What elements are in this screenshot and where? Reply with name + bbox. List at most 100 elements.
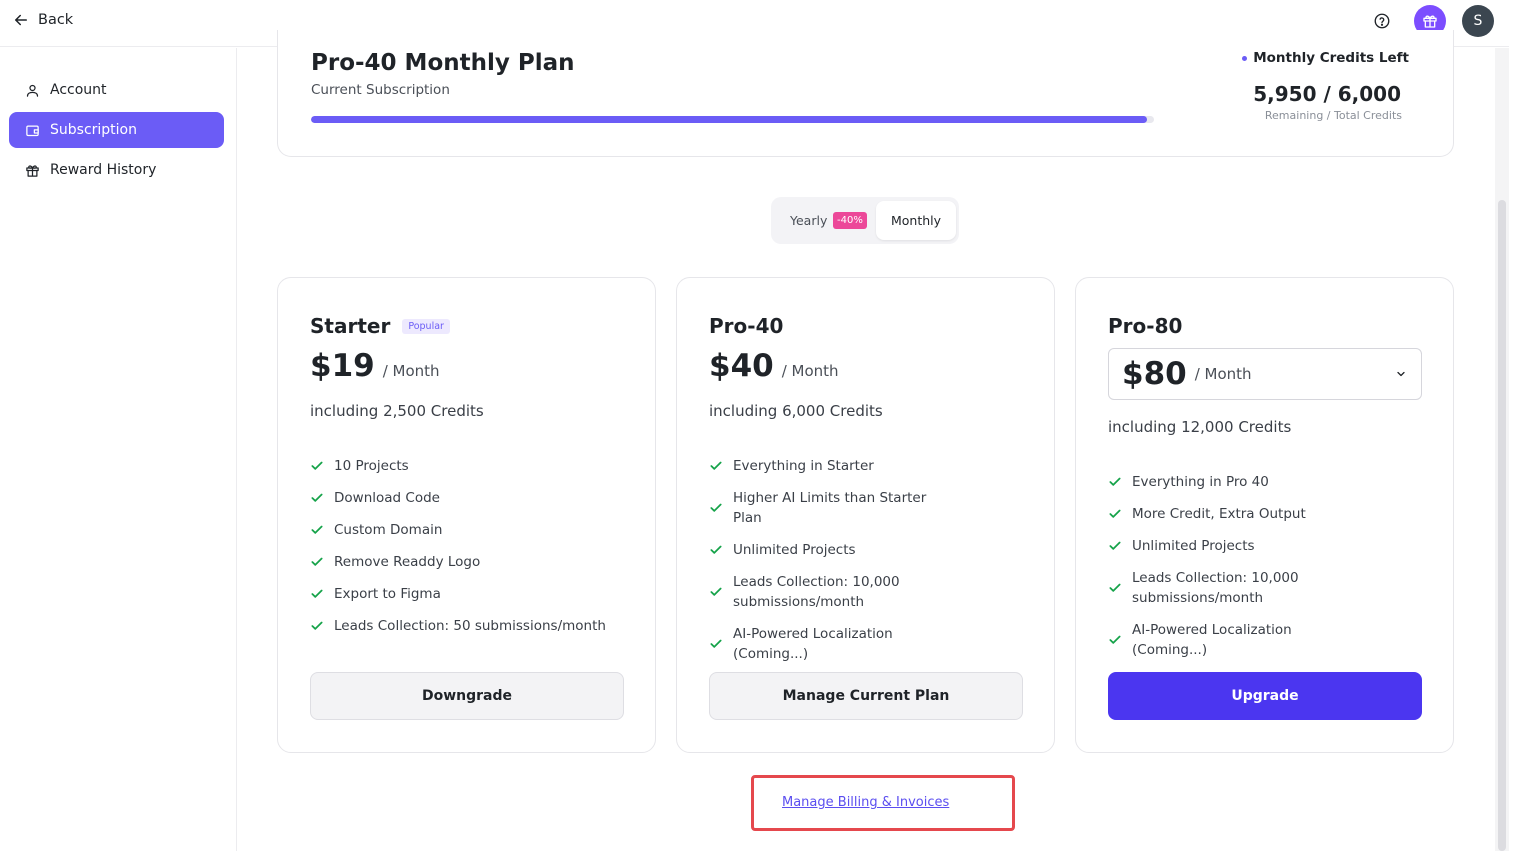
plan-name: Starter Popular [310, 314, 450, 338]
feature-item: Download Code [310, 488, 606, 508]
feature-text: Everything in Pro 40 [1132, 474, 1269, 490]
feature-text: Leads Collection: 10,000 submissions/mon… [733, 574, 900, 610]
feature-item: Export to Figma [310, 584, 606, 604]
user-icon [26, 84, 39, 97]
feature-item: Unlimited Projects [709, 540, 949, 560]
feature-text: AI-Powered Localization (Coming...) [733, 626, 893, 662]
gift-icon [26, 164, 39, 177]
plan-card-pro-40: Pro-40 $40 / Month including 6,000 Credi… [676, 277, 1055, 753]
toggle-monthly[interactable]: Monthly [876, 201, 956, 240]
sidebar-item-reward-history[interactable]: Reward History [9, 152, 224, 188]
price-period: / Month [382, 362, 440, 380]
price-period: / Month [1194, 365, 1252, 383]
check-icon [311, 525, 323, 534]
feature-text: Leads Collection: 10,000 submissions/mon… [1132, 570, 1299, 606]
downgrade-button[interactable]: Downgrade [310, 672, 624, 720]
check-icon [710, 503, 722, 512]
toggle-yearly[interactable]: Yearly [790, 213, 827, 228]
feature-item: Higher AI Limits than Starter Plan [709, 488, 949, 528]
check-icon [311, 621, 323, 630]
feature-list: Everything in Starter Higher AI Limits th… [709, 456, 949, 676]
scrollbar[interactable] [1495, 48, 1509, 851]
feature-text: 10 Projects [334, 458, 409, 474]
sidebar-item-label: Account [50, 82, 107, 98]
back-button[interactable]: Back [12, 11, 73, 29]
sidebar-item-label: Subscription [50, 122, 137, 138]
price-row: $19 / Month [310, 348, 440, 384]
plan-credits: including 6,000 Credits [709, 402, 883, 420]
feature-list: 10 Projects Download Code Custom Domain Rem… [310, 456, 606, 648]
billing-period-toggle: Yearly -40% Monthly [771, 197, 959, 244]
feature-text: Leads Collection: 50 submissions/month [334, 618, 606, 634]
plan-name: Pro-80 [1108, 314, 1182, 338]
avatar[interactable]: S [1462, 5, 1494, 37]
check-icon [710, 461, 722, 470]
credits-caption: Remaining / Total Credits [1264, 109, 1402, 122]
bullet-dot-icon [1242, 55, 1248, 61]
check-icon [1109, 477, 1121, 486]
check-icon [1109, 583, 1121, 592]
feature-text: Remove Readdy Logo [334, 554, 481, 570]
plan-price: $40 [709, 348, 774, 384]
plan-price: $19 [310, 348, 375, 384]
feature-item: Leads Collection: 50 submissions/month [310, 616, 606, 636]
plan-card-starter: Starter Popular $19 / Month including 2,… [277, 277, 656, 753]
plan-title: Pro-40 Monthly Plan [311, 50, 575, 76]
plan-name: Pro-40 [709, 314, 783, 338]
feature-text: Export to Figma [334, 586, 441, 602]
plan-credits: including 2,500 Credits [310, 402, 484, 420]
feature-item: AI-Powered Localization (Coming...) [709, 624, 949, 664]
sidebar-item-label: Reward History [50, 162, 157, 178]
feature-item: Leads Collection: 10,000 submissions/mon… [709, 572, 949, 612]
feature-item: 10 Projects [310, 456, 606, 476]
plan-subtitle: Current Subscription [311, 82, 450, 98]
feature-item: Everything in Starter [709, 456, 949, 476]
feature-item: Everything in Pro 40 [1108, 472, 1348, 492]
credits-label: Monthly Credits Left [1242, 50, 1409, 66]
plan-name-text: Pro-80 [1108, 314, 1183, 338]
manage-billing-link[interactable]: Manage Billing & Invoices [782, 795, 949, 810]
scrollbar-thumb[interactable] [1498, 200, 1506, 851]
help-icon [1374, 13, 1390, 29]
check-icon [311, 557, 323, 566]
feature-text: Download Code [334, 490, 440, 506]
feature-text: Higher AI Limits than Starter Plan [733, 490, 927, 526]
feature-item: Custom Domain [310, 520, 606, 540]
check-icon [1109, 635, 1121, 644]
check-icon [1109, 509, 1121, 518]
arrow-left-icon [15, 14, 27, 26]
gift-icon [1423, 15, 1437, 28]
credits-progress-bar [311, 116, 1154, 123]
feature-item: Remove Readdy Logo [310, 552, 606, 572]
sidebar-item-account[interactable]: Account [9, 72, 224, 108]
feature-text: Unlimited Projects [733, 542, 856, 558]
sidebar-item-subscription[interactable]: Subscription [9, 112, 224, 148]
feature-item: Unlimited Projects [1108, 536, 1348, 556]
plan-card-pro-80: Pro-80 $80 / Month including 12,000 Cred… [1075, 277, 1454, 753]
check-icon [311, 493, 323, 502]
feature-text: Everything in Starter [733, 458, 874, 474]
wallet-icon [26, 125, 39, 136]
feature-item: Leads Collection: 10,000 submissions/mon… [1108, 568, 1348, 608]
plan-price: $80 [1122, 356, 1187, 392]
feature-text: AI-Powered Localization (Coming...) [1132, 622, 1292, 658]
plan-name-text: Pro-40 [709, 314, 784, 338]
price-tier-select[interactable]: $80 / Month [1108, 348, 1422, 400]
price-row: $40 / Month [709, 348, 839, 384]
price-period: / Month [781, 362, 839, 380]
manage-current-plan-button[interactable]: Manage Current Plan [709, 672, 1023, 720]
check-icon [311, 589, 323, 598]
feature-text: More Credit, Extra Output [1132, 506, 1306, 522]
check-icon [710, 587, 722, 596]
check-icon [1109, 541, 1121, 550]
back-label: Back [38, 12, 74, 28]
upgrade-button[interactable]: Upgrade [1108, 672, 1422, 720]
current-plan-card: Pro-40 Monthly Plan Current Subscription… [277, 30, 1454, 157]
popular-badge: Popular [402, 318, 450, 334]
plan-credits: including 12,000 Credits [1108, 418, 1292, 436]
feature-item: AI-Powered Localization (Coming...) [1108, 620, 1348, 660]
sidebar: Account Subscription Reward History [0, 48, 237, 851]
plan-name-text: Starter [310, 314, 391, 338]
feature-text: Unlimited Projects [1132, 538, 1255, 554]
check-icon [311, 461, 323, 470]
